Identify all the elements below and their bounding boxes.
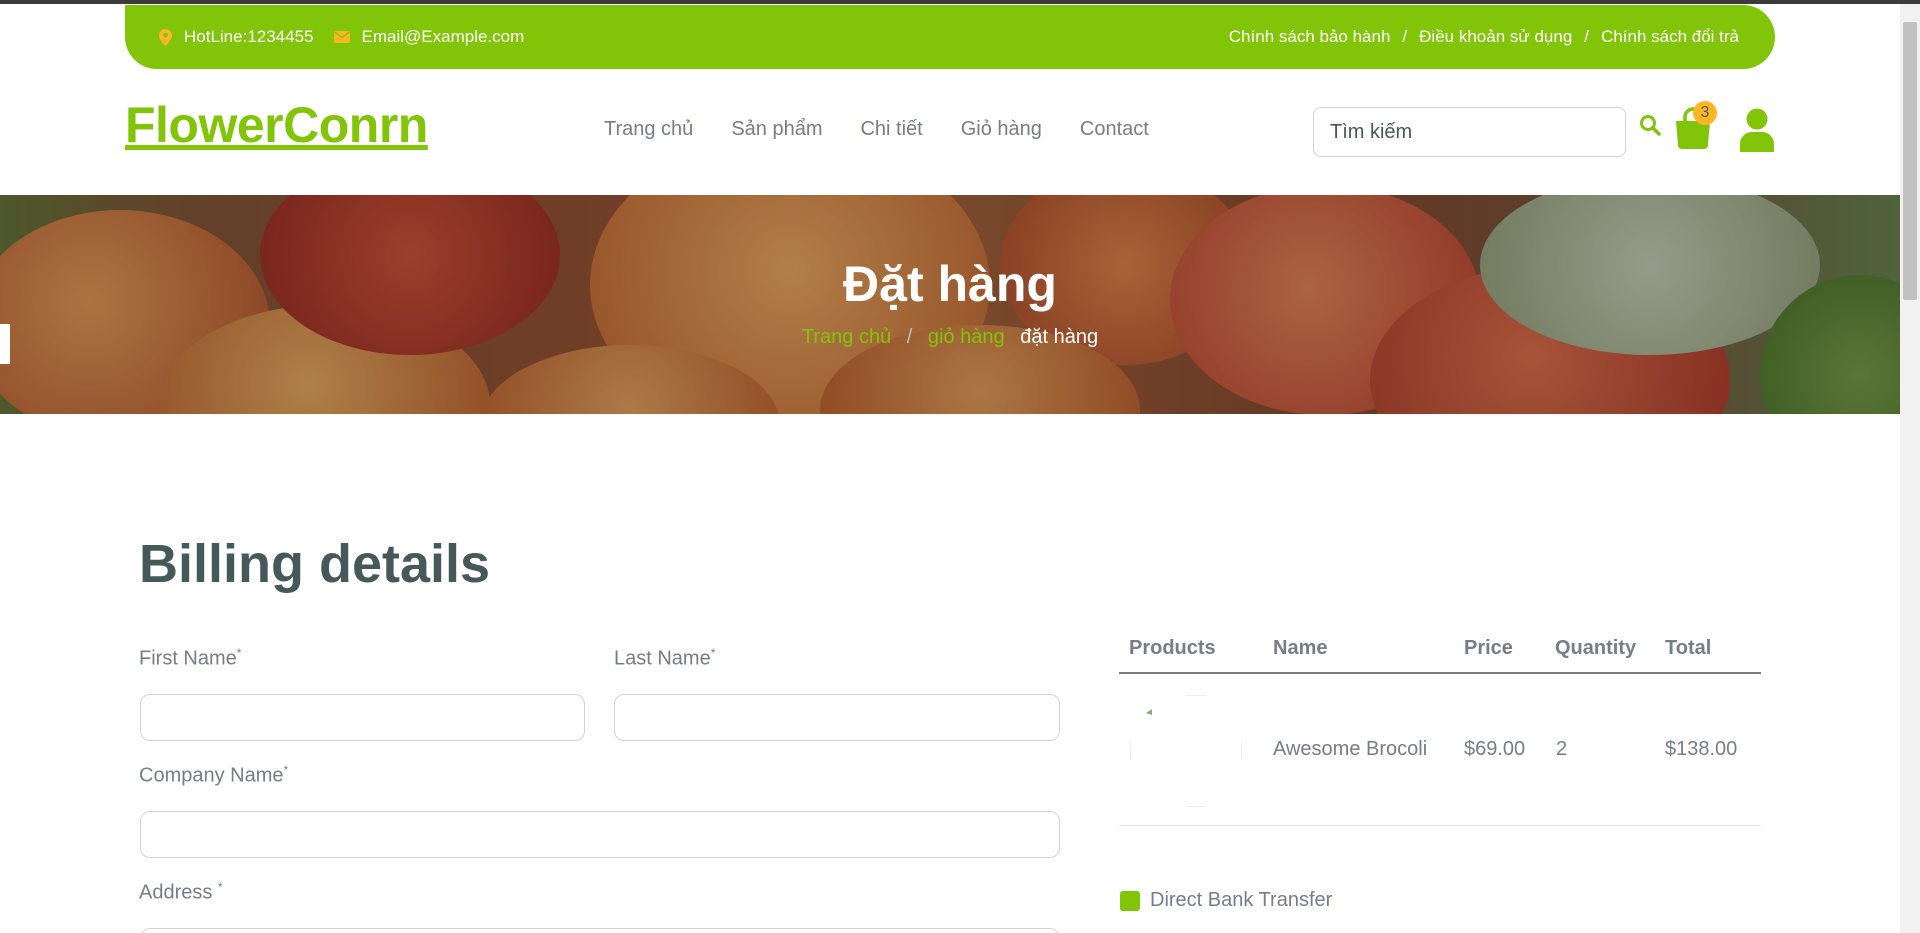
top-bar: HotLine:1234455 Email@Example.com Chính … xyxy=(125,5,1775,69)
last-name-label-text: Last Name xyxy=(614,647,711,670)
breadcrumb-home[interactable]: Trang chủ xyxy=(802,326,891,348)
breadcrumb: Trang chủ / giỏ hàng đặt hàng xyxy=(0,326,1900,349)
row-total: $138.00 xyxy=(1665,738,1738,760)
page-title: Đặt hàng xyxy=(843,256,1057,312)
first-name-label-text: First Name xyxy=(139,647,237,670)
required-mark: * xyxy=(236,646,242,660)
terms-of-use-link[interactable]: Điều khoản sử dụng xyxy=(1419,27,1572,47)
col-name: Name xyxy=(1273,637,1328,659)
last-name-field[interactable] xyxy=(614,694,1060,741)
last-name-label: Last Name* xyxy=(614,646,715,671)
nav-products[interactable]: Sản phẩm xyxy=(731,118,822,141)
address-field[interactable] xyxy=(140,928,1060,933)
separator: / xyxy=(1584,27,1590,46)
breadcrumb-current: đặt hàng xyxy=(1020,326,1099,348)
col-price: Price xyxy=(1464,637,1513,659)
nav-contact[interactable]: Contact xyxy=(1080,118,1149,141)
separator: / xyxy=(1402,27,1408,46)
breadcrumb-cart[interactable]: giỏ hàng xyxy=(928,326,1005,348)
table-row-divider xyxy=(1119,825,1761,826)
hotline: HotLine:1234455 xyxy=(159,27,314,47)
first-name-field[interactable] xyxy=(140,694,585,741)
envelope-icon xyxy=(333,31,350,43)
search-icon[interactable] xyxy=(1638,113,1662,137)
warranty-policy-link[interactable]: Chính sách bảo hành xyxy=(1229,27,1391,47)
col-total: Total xyxy=(1665,637,1712,659)
required-mark: * xyxy=(283,763,289,777)
company-name-field[interactable] xyxy=(140,811,1060,858)
address-label-text: Address xyxy=(139,881,218,904)
row-quantity: 2 xyxy=(1556,738,1568,760)
search-input[interactable]: Tìm kiếm xyxy=(1313,107,1626,157)
bank-transfer-label: Direct Bank Transfer xyxy=(1150,889,1333,911)
email: Email@Example.com xyxy=(333,27,525,47)
col-quantity: Quantity xyxy=(1555,637,1637,659)
scrollbar-thumb[interactable] xyxy=(1903,22,1917,300)
browser-top-line xyxy=(0,0,1920,4)
hotline-text: HotLine:1234455 xyxy=(184,27,314,46)
nav-home[interactable]: Trang chủ xyxy=(604,118,693,141)
user-icon[interactable] xyxy=(1738,108,1776,152)
policy-links: Chính sách bảo hành / Điều khoản sử dụng… xyxy=(1229,27,1739,47)
cart-count-badge: 3 xyxy=(1693,101,1717,125)
map-marker-icon xyxy=(159,28,172,46)
top-bar-contacts: HotLine:1234455 Email@Example.com xyxy=(159,27,544,47)
row-price: $69.00 xyxy=(1464,738,1526,760)
nav-details[interactable]: Chi tiết xyxy=(860,118,922,141)
site-logo[interactable]: FlowerConrn xyxy=(125,96,428,154)
required-mark: * xyxy=(217,880,223,894)
table-header-divider xyxy=(1119,672,1761,674)
nav-cart[interactable]: Giỏ hàng xyxy=(961,118,1042,141)
return-policy-link[interactable]: Chính sách đổi trả xyxy=(1601,27,1739,47)
company-name-label: Company Name* xyxy=(139,763,288,788)
first-name-label: First Name* xyxy=(139,646,241,671)
col-products: Products xyxy=(1129,637,1216,659)
email-link[interactable]: Email@Example.com xyxy=(362,27,525,47)
breadcrumb-separator: / xyxy=(906,326,913,348)
row-product-name: Awesome Brocoli xyxy=(1273,738,1428,760)
company-name-label-text: Company Name xyxy=(139,764,284,787)
main-nav: Trang chủ Sản phẩm Chi tiết Giỏ hàng Con… xyxy=(604,118,1187,141)
bank-transfer-checkbox[interactable] xyxy=(1120,891,1140,911)
product-image xyxy=(1130,695,1242,807)
search-placeholder: Tìm kiếm xyxy=(1330,120,1413,143)
required-mark: * xyxy=(710,646,716,660)
billing-title: Billing details xyxy=(139,534,491,594)
address-label: Address * xyxy=(139,880,223,905)
